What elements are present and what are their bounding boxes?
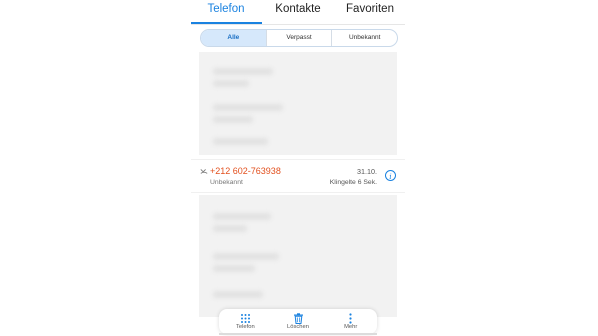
- call-date: 31.10.: [357, 167, 377, 176]
- tab-kontakte[interactable]: Kontakte: [261, 3, 335, 24]
- active-tab-indicator: [191, 22, 262, 24]
- action-mehr[interactable]: Mehr: [324, 309, 377, 334]
- more-vertical-icon: [324, 311, 377, 324]
- call-duration: Klingelte 6 Sek.: [329, 179, 377, 186]
- dialpad-icon: [219, 311, 272, 323]
- action-mehr-label: Mehr: [344, 324, 358, 330]
- caller-type: Unbekannt: [210, 179, 243, 186]
- bottom-divider: [219, 333, 377, 335]
- tab-telefon[interactable]: Telefon: [191, 3, 261, 24]
- filter-unbekannt[interactable]: Unbekannt: [331, 30, 397, 46]
- action-loeschen-label: Löschen: [287, 324, 309, 330]
- missed-call-icon: [200, 169, 208, 174]
- info-icon[interactable]: i: [385, 170, 396, 181]
- trash-icon: [272, 311, 325, 324]
- action-telefon[interactable]: Telefon: [219, 309, 272, 334]
- tab-favoriten[interactable]: Favoriten: [335, 3, 405, 24]
- filter-alle[interactable]: Alle: [201, 30, 266, 46]
- action-loeschen[interactable]: Löschen: [272, 309, 325, 334]
- action-telefon-label: Telefon: [235, 324, 255, 330]
- call-filter-segmented-control: Alle Verpasst Unbekannt: [200, 29, 398, 47]
- caller-number: +212 602-763938: [210, 166, 281, 176]
- tab-bar: Telefon Kontakte Favoriten: [191, 0, 405, 25]
- call-log-entry[interactable]: +212 602-763938 Unbekannt 31.10. Klingel…: [191, 159, 405, 193]
- blurred-call-entries-top: [199, 52, 397, 155]
- blurred-call-entries-bottom: [199, 195, 397, 317]
- bottom-action-bar: Telefon Löschen Mehr: [219, 309, 377, 334]
- phone-screen: Telefon Kontakte Favoriten Alle Verpasst…: [191, 0, 405, 336]
- filter-verpasst[interactable]: Verpasst: [265, 30, 332, 46]
